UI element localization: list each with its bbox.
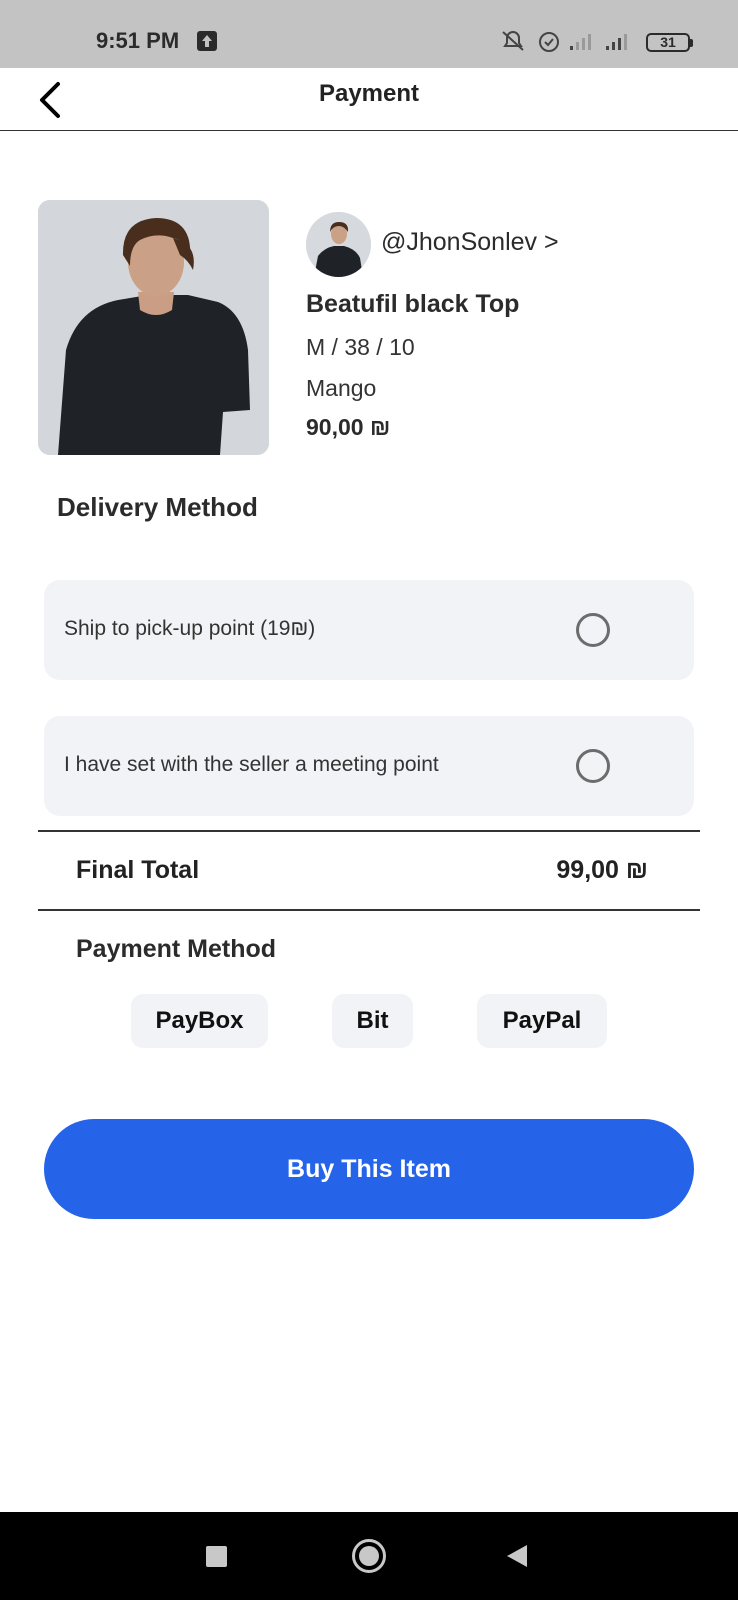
radio-button[interactable] [576,613,610,647]
app-header: Payment [0,68,738,131]
seller-avatar[interactable] [306,212,371,277]
delivery-option-label: Ship to pick-up point (19₪) [64,617,316,640]
final-total-value: 99,00 ₪ [556,856,648,884]
product-brand: Mango [306,375,377,401]
signal-icon [606,34,627,50]
radio-button[interactable] [576,749,610,783]
payment-option-paybox[interactable]: PayBox [131,994,268,1048]
product-price: 90,00 ₪ [306,414,391,440]
payment-method-title: Payment Method [76,935,277,963]
divider [38,830,700,832]
payment-option-bit[interactable]: Bit [332,994,413,1048]
product-name: Beatufil black Top [306,290,520,318]
final-total-label: Final Total [76,856,200,884]
alarm-icon [539,32,559,52]
home-icon[interactable] [352,1539,386,1573]
system-nav-bar [0,1512,738,1600]
payment-option-paypal[interactable]: PayPal [477,994,607,1048]
mute-icon [502,31,524,51]
status-time: 9:51 PM [96,28,180,53]
delivery-option-pickup[interactable]: Ship to pick-up point (19₪) [44,580,694,680]
battery-icon: 31 [646,33,690,52]
divider [38,909,700,911]
battery-tip [690,39,693,47]
seller-username[interactable]: @JhonSonlev > [381,228,559,257]
upload-icon [197,31,217,51]
product-size: M / 38 / 10 [306,334,415,360]
buy-item-button[interactable]: Buy This Item [44,1119,694,1219]
product-image[interactable] [38,200,269,455]
signal-icon [570,34,591,50]
page-title: Payment [318,80,420,107]
back-icon[interactable] [507,1545,527,1567]
recents-icon[interactable] [206,1546,227,1567]
delivery-option-label: I have set with the seller a meeting poi… [64,753,439,776]
status-bar: 9:51 PM 31 [0,0,738,68]
delivery-option-meeting[interactable]: I have set with the seller a meeting poi… [44,716,694,816]
delivery-method-title: Delivery Method [57,492,258,522]
battery-level: 31 [660,34,676,50]
